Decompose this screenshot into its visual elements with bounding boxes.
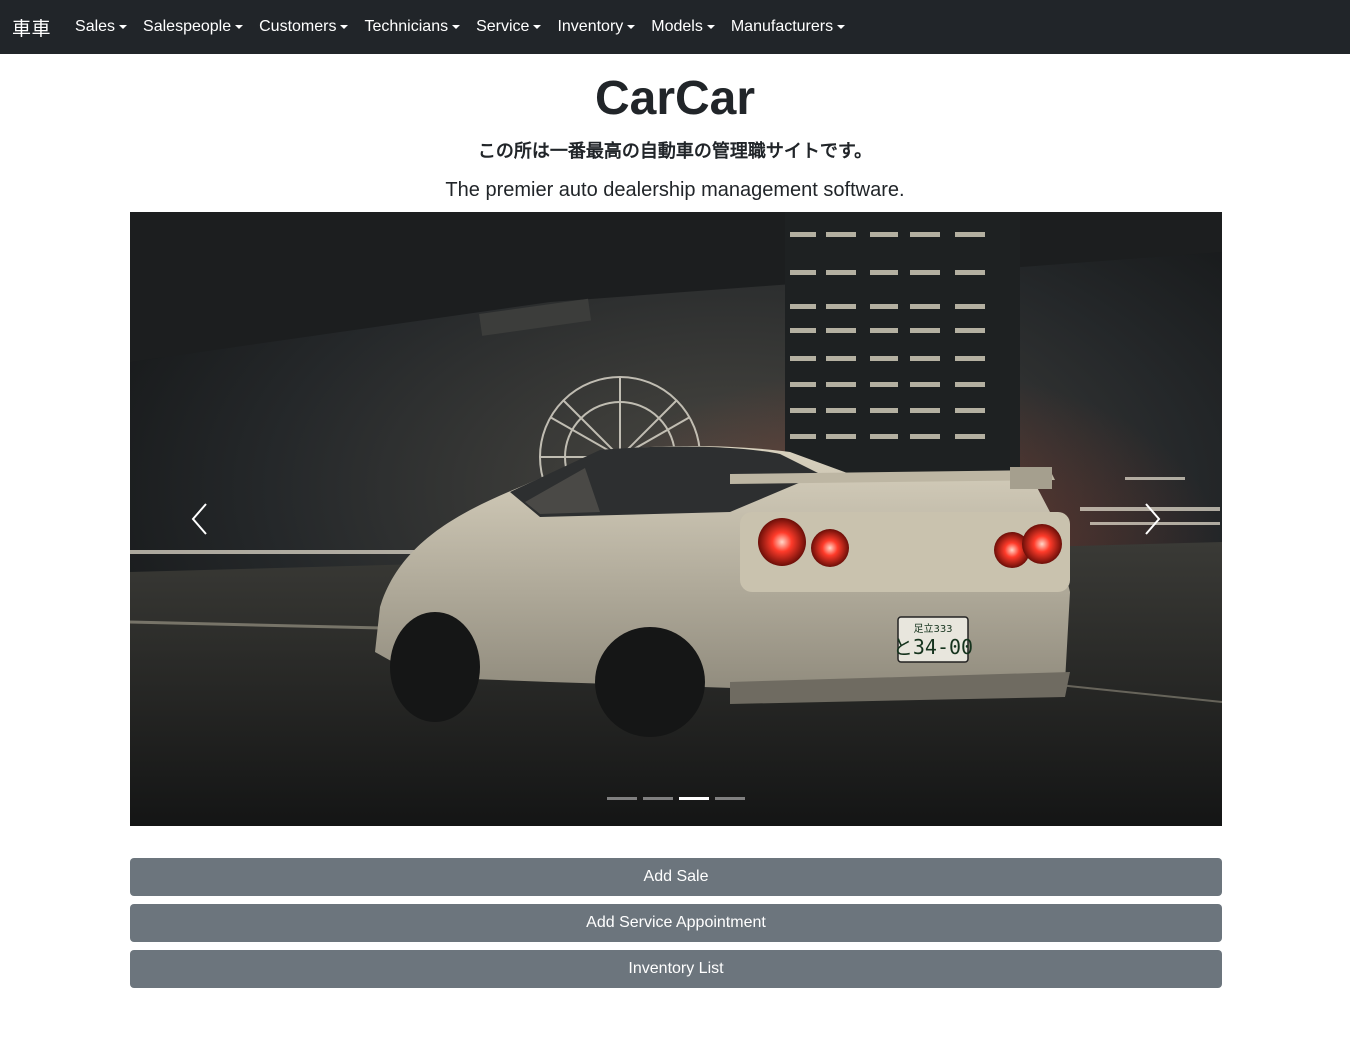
- nav-label: Manufacturers: [730, 18, 834, 35]
- carousel-indicators: [130, 797, 1222, 800]
- nav-dropdown-sales[interactable]: Sales: [67, 0, 135, 54]
- nav-dropdown-salespeople[interactable]: Salespeople: [135, 0, 251, 54]
- caret-down-icon: [340, 25, 349, 29]
- nav-dropdown-service[interactable]: Service: [468, 0, 549, 54]
- caret-down-icon: [627, 25, 636, 29]
- nav-dropdown-manufacturers[interactable]: Manufacturers: [723, 0, 853, 54]
- carousel-indicator-3[interactable]: [679, 797, 709, 800]
- chevron-left-icon: [191, 503, 207, 535]
- caret-down-icon: [837, 25, 846, 29]
- nav-label: Service: [476, 18, 530, 35]
- carousel-indicator-4[interactable]: [715, 797, 745, 800]
- nav-label: Inventory: [557, 18, 624, 35]
- carousel-indicator-1[interactable]: [607, 797, 637, 800]
- chevron-right-icon: [1145, 503, 1161, 535]
- carousel-next-button[interactable]: [1072, 212, 1222, 826]
- nav-label: Technicians: [364, 18, 449, 35]
- nav-dropdown-customers[interactable]: Customers: [251, 0, 356, 54]
- carousel-prev-button[interactable]: [130, 212, 280, 826]
- nav-dropdown-inventory[interactable]: Inventory: [549, 0, 643, 54]
- nav-dropdown-models[interactable]: Models: [643, 0, 723, 54]
- svg-text:と34-00: と34-00: [893, 635, 973, 659]
- nav-label: Customers: [259, 18, 337, 35]
- inventory-list-button[interactable]: Inventory List: [130, 950, 1222, 988]
- nav-menu: Sales Salespeople Customers Technicians …: [67, 0, 853, 54]
- top-navbar: 車車 Sales Salespeople Customers Technicia…: [0, 0, 1350, 54]
- page-title: CarCar: [594, 72, 756, 125]
- add-service-appointment-button[interactable]: Add Service Appointment: [130, 904, 1222, 942]
- add-sale-button[interactable]: Add Sale: [130, 858, 1222, 896]
- svg-text:足立333: 足立333: [913, 622, 952, 635]
- nav-label: Sales: [75, 18, 116, 35]
- nav-label: Salespeople: [143, 18, 232, 35]
- brand-link[interactable]: 車車: [12, 14, 51, 41]
- caret-down-icon: [533, 25, 542, 29]
- nav-label: Models: [651, 18, 703, 35]
- lead-text: The premier auto dealership management s…: [445, 179, 905, 201]
- hero-carousel: 足立333 と34-00: [130, 212, 1222, 826]
- caret-down-icon: [235, 25, 244, 29]
- caret-down-icon: [706, 25, 715, 29]
- japanese-tagline: この所は一番最高の自動車の管理職サイトです。: [477, 141, 873, 162]
- caret-down-icon: [119, 25, 128, 29]
- nav-dropdown-technicians[interactable]: Technicians: [356, 0, 468, 54]
- carousel-indicator-2[interactable]: [643, 797, 673, 800]
- carousel-slide-image: 足立333 と34-00: [130, 212, 1222, 826]
- caret-down-icon: [452, 25, 461, 29]
